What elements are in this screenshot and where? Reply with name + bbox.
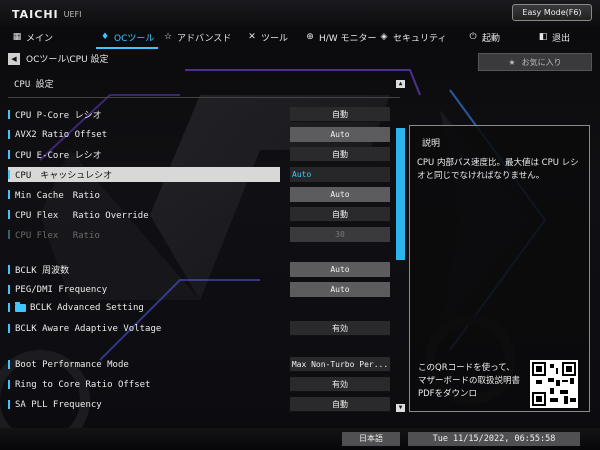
breadcrumb: ◀ OCツール\CPU 設定 — [8, 51, 109, 66]
row-marker — [8, 324, 10, 333]
setting-label: AVX2 Ratio Offset — [15, 129, 108, 140]
breadcrumb-text: OCツール\CPU 設定 — [26, 55, 109, 65]
row-marker — [8, 360, 10, 369]
qr-caption: このQRコードを使って、マザーボードの取扱説明書PDFをダウンロ — [418, 363, 521, 399]
brand-logo: TAICHI UEFI — [12, 7, 82, 21]
tab-security[interactable]: ◈ セキュリティ — [379, 27, 447, 47]
setting-label: PEG/DMI Frequency — [15, 284, 108, 295]
tab-label: ツール — [261, 33, 289, 44]
scrollbar-thumb[interactable] — [396, 128, 405, 260]
language-selector[interactable]: 日本語 — [342, 432, 400, 446]
tab-exit[interactable]: ◧ 退出 — [538, 27, 570, 47]
setting-label: Ring to Core Ratio Offset — [15, 379, 151, 390]
star-icon: ★ — [508, 57, 516, 67]
row-marker — [8, 303, 10, 312]
setting-label: BCLK Advanced Setting — [30, 302, 144, 313]
flame-icon: ♦ — [100, 32, 110, 42]
tab-tool[interactable]: ✕ ツール — [247, 27, 288, 47]
value-ring-to-core-ratio-offset[interactable]: 有効 — [290, 377, 390, 392]
value-boot-performance-mode[interactable]: Max Non-Turbo Per... — [290, 357, 390, 372]
tab-oc-tweaker[interactable]: ♦ OCツール — [95, 27, 159, 49]
tab-label: 起動 — [482, 33, 501, 44]
brand-suffix: UEFI — [63, 9, 82, 19]
monitor-icon: ⊕ — [306, 32, 314, 42]
setting-label: CPU キャッシュレシオ — [15, 171, 113, 181]
setting-label: BCLK 周波数 — [15, 266, 70, 276]
setting-label: CPU Flex Ratio Override — [15, 211, 149, 221]
setting-label: CPU Flex Ratio — [15, 231, 100, 241]
setting-label: SA PLL Frequency — [15, 399, 102, 410]
favorite-label: お気に入り — [521, 57, 562, 67]
tools-icon: ✕ — [248, 32, 256, 42]
section-title: CPU 設定 — [14, 80, 54, 90]
value-bclk-aware-adaptive-voltage[interactable]: 有効 — [290, 321, 390, 336]
scroll-up-arrow[interactable]: ▲ — [396, 80, 405, 88]
favorite-button[interactable]: ★ お気に入り — [478, 53, 592, 71]
shield-icon: ◈ — [380, 32, 388, 42]
tab-hw-monitor[interactable]: ⊕ H/W モニター — [305, 27, 377, 47]
setting-label: Boot Performance Mode — [15, 359, 129, 370]
row-marker — [8, 265, 10, 274]
setting-label: Min Cache Ratio — [15, 191, 100, 201]
value-cpu-e-core-ratio[interactable]: 自動 — [290, 147, 390, 162]
divider — [8, 97, 400, 98]
back-button[interactable]: ◀ — [8, 52, 20, 65]
description-panel: 説明 CPU 内部バス速度比。最大値は CPU レシオと同じでなければなりません… — [409, 125, 590, 412]
row-marker — [8, 130, 10, 139]
value-bclk-frequency[interactable]: Auto — [290, 262, 390, 277]
row-marker — [8, 380, 10, 389]
value-cpu-p-core-ratio[interactable]: 自動 — [290, 107, 390, 122]
tab-label: セキュリティ — [393, 33, 447, 44]
value-cpu-flex-ratio: 30 — [290, 227, 390, 242]
folder-icon — [15, 301, 26, 312]
value-cpu-cache-ratio[interactable]: Auto — [290, 167, 390, 182]
row-marker — [8, 190, 10, 199]
row-marker — [8, 210, 10, 219]
top-bar: TAICHI UEFI Easy Mode(F6) — [0, 0, 600, 26]
star-icon: ☆ — [163, 32, 173, 42]
tab-label: 退出 — [552, 33, 571, 44]
tab-label: H/W モニター — [319, 33, 377, 44]
power-icon: ⏻ — [469, 32, 477, 42]
grid-icon: ▦ — [12, 32, 22, 42]
tab-advanced[interactable]: ☆ アドバンスド — [163, 27, 231, 47]
tab-boot[interactable]: ⏻ 起動 — [468, 27, 500, 47]
row-marker — [8, 110, 10, 119]
setting-label: CPU P-Core レシオ — [15, 111, 102, 121]
submenu-bclk-advanced-setting[interactable]: BCLK Advanced Setting — [8, 300, 390, 315]
value-sa-pll-frequency[interactable]: 自動 — [290, 397, 390, 412]
row-marker — [8, 400, 10, 409]
datetime-display: Tue 11/15/2022, 06:55:58 — [408, 432, 580, 446]
tab-label: OCツール — [114, 33, 155, 44]
row-marker — [8, 230, 10, 239]
tab-label: メイン — [26, 33, 54, 44]
tab-label: アドバンスド — [177, 33, 232, 44]
scroll-down-arrow[interactable]: ▼ — [396, 404, 405, 412]
easy-mode-button[interactable]: Easy Mode(F6) — [512, 4, 592, 21]
value-cpu-flex-ratio-override[interactable]: 自動 — [290, 207, 390, 222]
exit-icon: ◧ — [538, 32, 548, 42]
row-marker — [8, 285, 10, 294]
row-marker — [8, 150, 10, 159]
value-min-cache-ratio[interactable]: Auto — [290, 187, 390, 202]
description-title: 説明 — [422, 139, 441, 149]
tab-main[interactable]: ▦ メイン — [12, 27, 53, 47]
value-avx2-ratio-offset[interactable]: Auto — [290, 127, 390, 142]
setting-label: BCLK Aware Adaptive Voltage — [15, 323, 162, 334]
value-peg-dmi-frequency[interactable]: Auto — [290, 282, 390, 297]
row-marker — [8, 170, 10, 179]
description-text: CPU 内部バス速度比。最大値は CPU レシオと同じでなければなりません。 — [417, 158, 579, 181]
setting-label: CPU E-Core レシオ — [15, 151, 102, 161]
qr-code-icon — [530, 360, 578, 408]
main-nav: ▦ メイン ♦ OCツール ☆ アドバンスド ✕ ツール ⊕ H/W モニター … — [0, 27, 600, 49]
brand-logo-text: TAICHI — [12, 7, 59, 21]
